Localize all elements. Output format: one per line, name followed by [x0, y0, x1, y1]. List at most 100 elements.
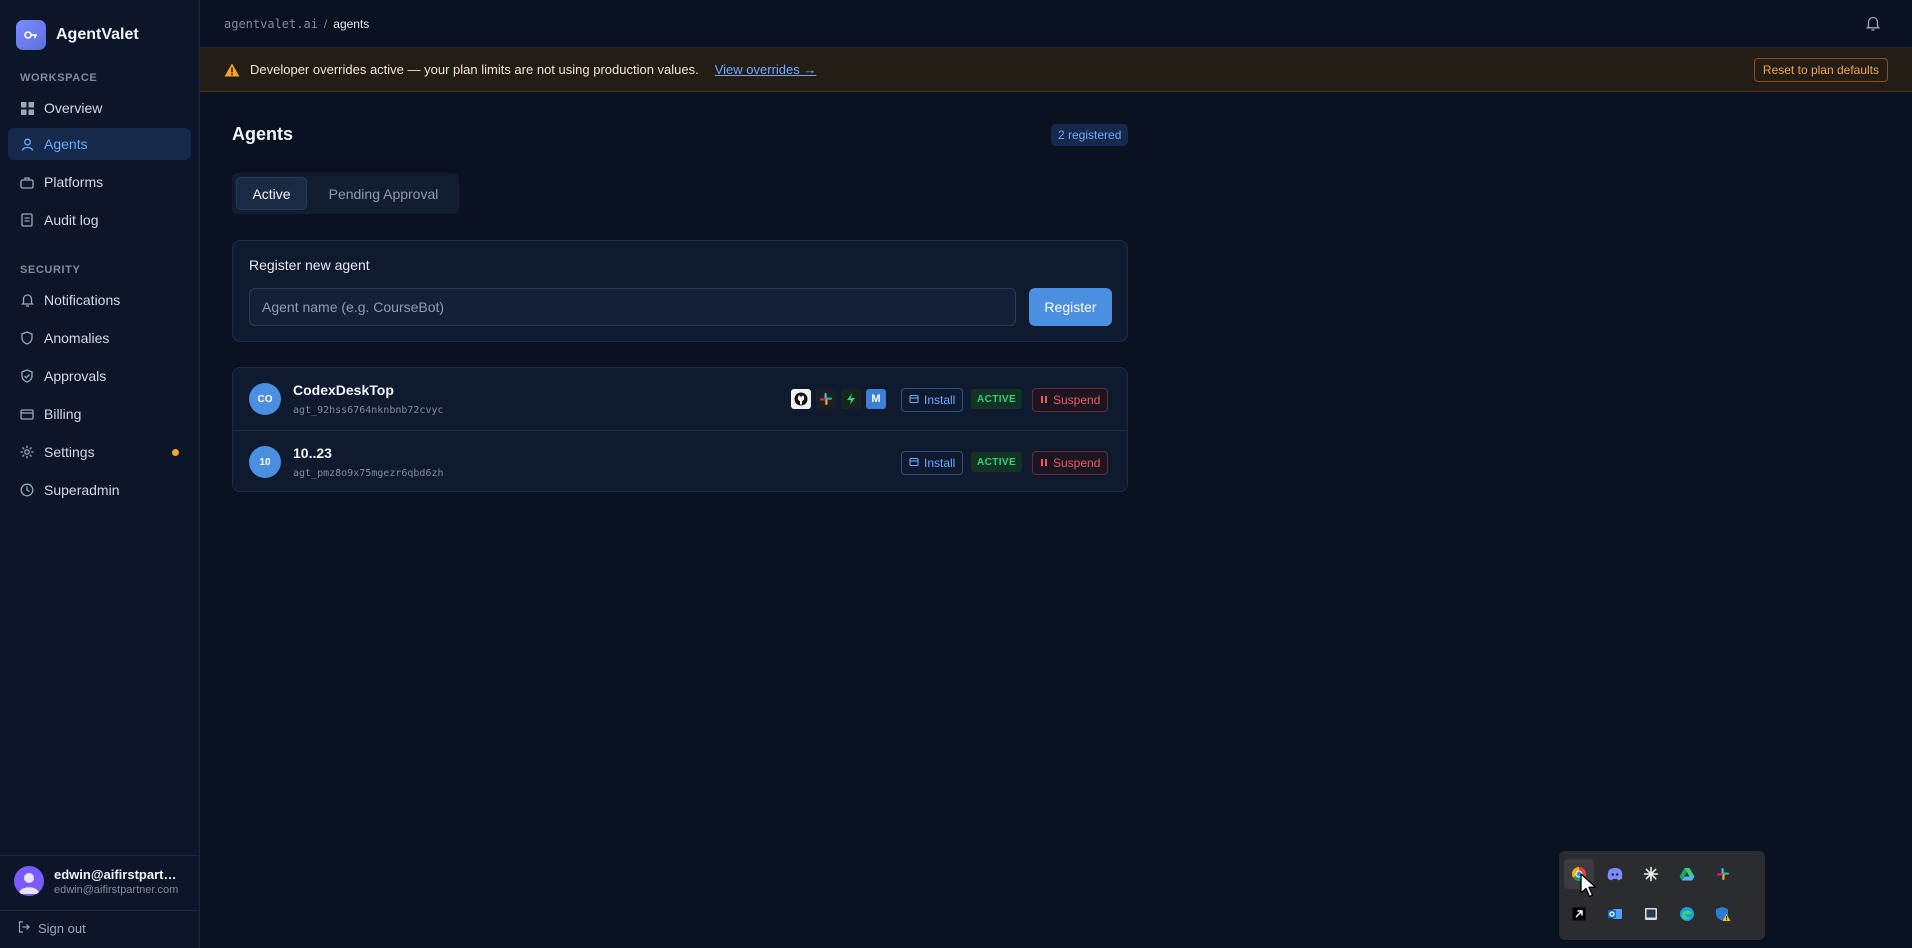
suspend-button[interactable]: Suspend	[1032, 451, 1109, 475]
register-agent-title: Register new agent	[249, 257, 370, 273]
discord-icon[interactable]	[1600, 859, 1630, 889]
mouse-cursor-icon	[1580, 873, 1598, 902]
github-icon[interactable]	[791, 389, 811, 409]
agent-tabs: Active Pending Approval	[232, 173, 459, 214]
sidebar-item-label: Settings	[44, 444, 95, 460]
agent-id: agt_92hss6764nknbnb72cvyc	[293, 405, 444, 416]
drive-icon[interactable]	[1672, 859, 1702, 889]
window-icon[interactable]	[1636, 899, 1666, 929]
credit-card-icon	[20, 407, 34, 421]
sidebar: AgentValet WORKSPACE Overview Agents Pla…	[0, 0, 200, 948]
brand[interactable]: AgentValet	[16, 20, 139, 50]
sidebar-item-label: Superadmin	[44, 482, 120, 498]
sidebar-item-approvals[interactable]: Approvals	[8, 360, 191, 392]
notifications-bell-icon[interactable]	[1865, 15, 1881, 34]
user-email: edwin@aifirstpartner.com	[54, 883, 179, 896]
dev-overrides-banner: Developer overrides active — your plan l…	[200, 48, 1912, 92]
slack-icon[interactable]	[816, 389, 836, 409]
top-bar: agentvalet.ai / agents	[200, 0, 1912, 48]
reset-to-plan-defaults-button[interactable]: Reset to plan defaults	[1753, 58, 1888, 82]
install-icon	[909, 456, 919, 470]
sidebar-item-label: Billing	[44, 406, 82, 422]
sidebar-item-label: Platforms	[44, 174, 104, 190]
agent-name-input[interactable]	[249, 288, 1016, 326]
sidebar-item-label: Approvals	[44, 368, 107, 384]
user-icon	[20, 137, 34, 151]
briefcase-icon	[20, 175, 34, 189]
shield-check-icon	[20, 369, 34, 383]
suspend-label: Suspend	[1053, 456, 1101, 470]
m-icon[interactable]: M	[866, 389, 886, 409]
register-button[interactable]: Register	[1029, 288, 1112, 326]
sidebar-item-billing[interactable]: Billing	[8, 398, 191, 430]
sign-out-label: Sign out	[38, 921, 86, 936]
banner-text: Developer overrides active — your plan l…	[250, 62, 699, 77]
zap-icon[interactable]	[841, 389, 861, 409]
sidebar-item-agents[interactable]: Agents	[8, 128, 191, 160]
install-icon	[909, 393, 919, 407]
page-title: Agents	[232, 124, 294, 144]
bell-icon	[20, 293, 34, 307]
sidebar-item-settings[interactable]: Settings	[8, 436, 191, 468]
sidebar-item-label: Anomalies	[44, 330, 110, 346]
sidebar-item-audit-log[interactable]: Audit log	[8, 204, 191, 236]
cursor-app-icon[interactable]	[1564, 899, 1594, 929]
claude-icon[interactable]	[1636, 859, 1666, 889]
agent-id: agt_pmz8o9x75mgezr6qbd6zh	[293, 468, 444, 479]
breadcrumb-separator: /	[323, 17, 328, 31]
clock-icon	[20, 483, 34, 497]
sign-out-button[interactable]: Sign out	[18, 921, 86, 936]
agent-name: 10..23	[293, 445, 332, 461]
sidebar-item-label: Overview	[44, 100, 103, 116]
document-icon	[20, 213, 34, 227]
sidebar-item-label: Agents	[44, 136, 88, 152]
settings-alert-dot	[172, 449, 179, 456]
warning-icon	[224, 63, 240, 77]
section-label-workspace: WORKSPACE	[20, 72, 98, 84]
registered-count-badge: 2 registered	[1051, 124, 1129, 146]
agent-row[interactable]: 10 10..23 agt_pmz8o9x75mgezr6qbd6zh Inst…	[233, 430, 1127, 492]
breadcrumb-root[interactable]: agentvalet.ai	[224, 17, 318, 31]
breadcrumb-current: agents	[333, 17, 370, 31]
sidebar-divider	[0, 910, 200, 911]
agent-avatar: CO	[249, 383, 281, 415]
tab-active[interactable]: Active	[236, 177, 307, 210]
brand-name: AgentValet	[56, 26, 139, 43]
agent-name: CodexDeskTop	[293, 382, 394, 398]
user-profile[interactable]: edwin@aifirstpartner.... edwin@aifirstpa…	[14, 866, 180, 896]
grid-icon	[20, 101, 34, 115]
status-badge: ACTIVE	[971, 452, 1023, 472]
gear-icon	[20, 445, 34, 459]
tab-pending-approval[interactable]: Pending Approval	[312, 177, 455, 210]
section-label-security: SECURITY	[20, 264, 81, 276]
sidebar-item-label: Notifications	[44, 292, 121, 308]
agents-list: CO CodexDeskTop agt_92hss6764nknbnb72cvy…	[232, 367, 1128, 492]
connected-platforms: M	[791, 389, 886, 409]
agent-row[interactable]: CO CodexDeskTop agt_92hss6764nknbnb72cvy…	[233, 368, 1127, 430]
breadcrumb: agentvalet.ai / agents	[224, 17, 369, 31]
slack-icon[interactable]	[1708, 859, 1738, 889]
pause-icon	[1040, 393, 1048, 407]
sidebar-item-superadmin[interactable]: Superadmin	[8, 474, 191, 506]
avatar	[14, 866, 44, 896]
sidebar-item-notifications[interactable]: Notifications	[8, 284, 191, 316]
sidebar-item-anomalies[interactable]: Anomalies	[8, 322, 191, 354]
brand-logo-icon	[16, 20, 46, 50]
suspend-button[interactable]: Suspend	[1032, 388, 1109, 412]
suspend-label: Suspend	[1053, 393, 1101, 407]
sidebar-item-overview[interactable]: Overview	[8, 92, 191, 124]
register-agent-card: Register new agent Register	[232, 240, 1128, 342]
outlook-icon[interactable]	[1600, 899, 1630, 929]
pause-icon	[1040, 456, 1048, 470]
sign-out-icon	[18, 921, 30, 936]
install-button[interactable]: Install	[901, 388, 964, 412]
user-name: edwin@aifirstpartner....	[54, 866, 180, 882]
install-label: Install	[924, 456, 956, 470]
status-badge: ACTIVE	[971, 389, 1023, 409]
install-button[interactable]: Install	[901, 451, 964, 475]
defender-icon[interactable]	[1708, 899, 1738, 929]
view-overrides-link[interactable]: View overrides →	[715, 62, 817, 77]
sidebar-item-platforms[interactable]: Platforms	[8, 166, 191, 198]
edge-icon[interactable]	[1672, 899, 1702, 929]
shield-icon	[20, 331, 34, 345]
